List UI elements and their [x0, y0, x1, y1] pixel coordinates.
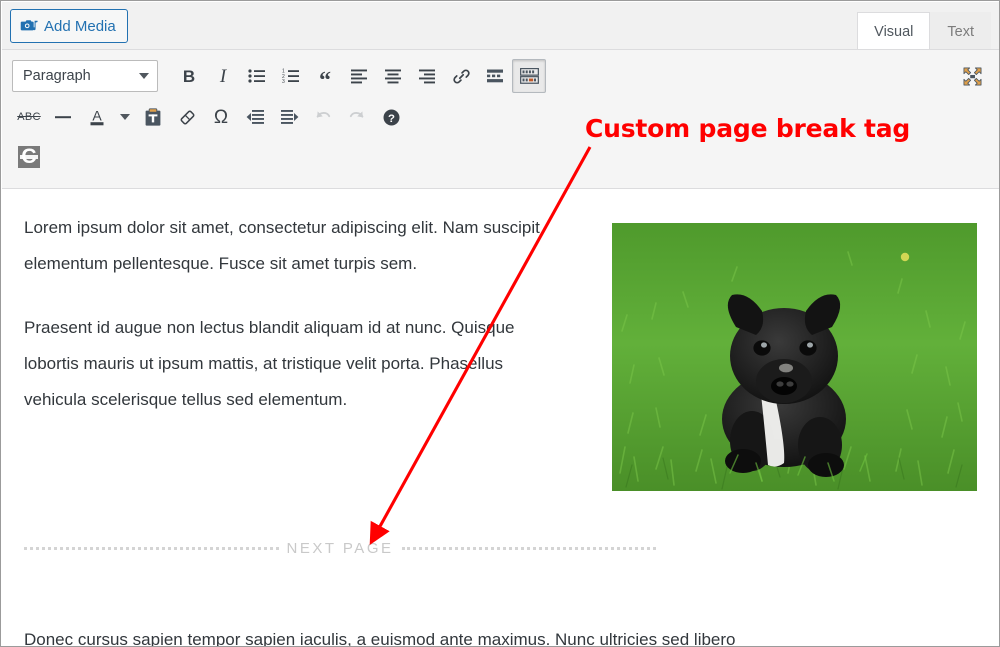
paragraph-1: Lorem ipsum dolor sit amet, consectetur …	[24, 218, 540, 273]
undo-arrow-icon	[313, 108, 333, 126]
redo-button[interactable]	[340, 100, 374, 134]
strikethrough-icon: ABC	[17, 111, 41, 123]
tab-text-label: Text	[947, 23, 974, 40]
numbered-list-icon: 1 2 3	[282, 68, 300, 84]
page-break-dots-left	[24, 546, 279, 551]
quote-icon: “	[319, 67, 331, 94]
content-text-column: Lorem ipsum dolor sit amet, consectetur …	[24, 210, 564, 418]
add-media-label: Add Media	[44, 17, 116, 35]
bold-button[interactable]: B	[172, 59, 206, 93]
toolbar-row-1: Paragraph B I 1 2 3 “	[12, 58, 989, 94]
paragraph-2: Praesent id augue non lectus blandit ali…	[24, 318, 515, 409]
toolbar-toggle-icon	[519, 68, 539, 84]
read-more-icon	[486, 69, 504, 83]
blockquote-button[interactable]: “	[308, 59, 342, 93]
help-question-icon: ?	[382, 108, 401, 127]
editor-top-bar: Add Media Visual Text	[2, 2, 999, 50]
align-center-icon	[384, 68, 402, 84]
editor-content-area[interactable]: Lorem ipsum dolor sit amet, consectetur …	[2, 190, 999, 647]
custom-page-break-button[interactable]: C	[12, 140, 46, 174]
svg-text:A: A	[92, 108, 102, 124]
bulleted-list-icon	[248, 68, 266, 84]
annotation-label: Custom page break tag	[585, 114, 911, 143]
indent-icon	[280, 109, 299, 125]
strikethrough-button[interactable]: ABC	[12, 100, 46, 134]
paragraph-format-select[interactable]: Paragraph	[12, 60, 158, 92]
align-left-icon	[350, 68, 368, 84]
classic-editor-screenshot: Add Media Visual Text Paragraph B I 1 2 …	[0, 0, 1000, 647]
link-icon	[452, 67, 471, 86]
svg-text:3: 3	[282, 79, 285, 84]
tab-visual-label: Visual	[874, 23, 914, 40]
page-break-tag-icon: C	[18, 146, 40, 168]
insert-link-button[interactable]	[444, 59, 478, 93]
text-color-button[interactable]: A	[80, 100, 114, 134]
numbered-list-button[interactable]: 1 2 3	[274, 59, 308, 93]
italic-icon: I	[219, 65, 227, 87]
text-color-dropdown[interactable]	[114, 100, 136, 134]
clear-formatting-button[interactable]	[170, 100, 204, 134]
outdent-icon	[246, 109, 265, 125]
redo-arrow-icon	[347, 108, 367, 126]
align-right-button[interactable]	[410, 59, 444, 93]
tab-visual[interactable]: Visual	[857, 12, 931, 50]
horizontal-line-button[interactable]	[46, 100, 80, 134]
keyboard-shortcuts-button[interactable]: ?	[374, 100, 408, 134]
tab-text[interactable]: Text	[930, 12, 991, 50]
paragraph-format-value: Paragraph	[23, 68, 91, 84]
bulleted-list-button[interactable]	[240, 59, 274, 93]
add-media-button[interactable]: Add Media	[10, 9, 128, 43]
eraser-icon	[178, 108, 197, 127]
toolbar-toggle-button[interactable]	[512, 59, 546, 93]
text-color-a-icon: A	[87, 107, 107, 127]
page-break-label: NEXT PAGE	[286, 540, 394, 557]
black-puppy-in-grass-photo[interactable]	[612, 223, 977, 491]
page-break-dots-right	[401, 546, 657, 551]
fullscreen-button[interactable]	[955, 59, 989, 93]
omega-icon: Ω	[213, 106, 229, 128]
align-center-button[interactable]	[376, 59, 410, 93]
chevron-down-icon	[120, 114, 130, 120]
decrease-indent-button[interactable]	[238, 100, 272, 134]
chevron-down-icon	[139, 73, 149, 79]
undo-button[interactable]	[306, 100, 340, 134]
align-right-icon	[418, 68, 436, 84]
toolbar-row-3: C	[12, 140, 989, 174]
paragraph-after-break: Donec cursus sapien tempor sapien iaculi…	[24, 630, 736, 647]
align-left-button[interactable]	[342, 59, 376, 93]
svg-text:?: ?	[388, 112, 395, 124]
bold-icon: B	[182, 66, 196, 86]
page-break-divider[interactable]: NEXT PAGE	[24, 540, 657, 557]
editor-mode-tabs: Visual Text	[857, 12, 991, 50]
fullscreen-expand-icon	[963, 67, 982, 86]
clipboard-paste-icon	[144, 107, 162, 127]
media-camera-music-icon	[20, 17, 38, 35]
italic-button[interactable]: I	[206, 59, 240, 93]
horizontal-rule-icon	[54, 110, 72, 124]
read-more-button[interactable]	[478, 59, 512, 93]
special-character-button[interactable]: Ω	[204, 100, 238, 134]
paste-as-text-button[interactable]	[136, 100, 170, 134]
increase-indent-button[interactable]	[272, 100, 306, 134]
